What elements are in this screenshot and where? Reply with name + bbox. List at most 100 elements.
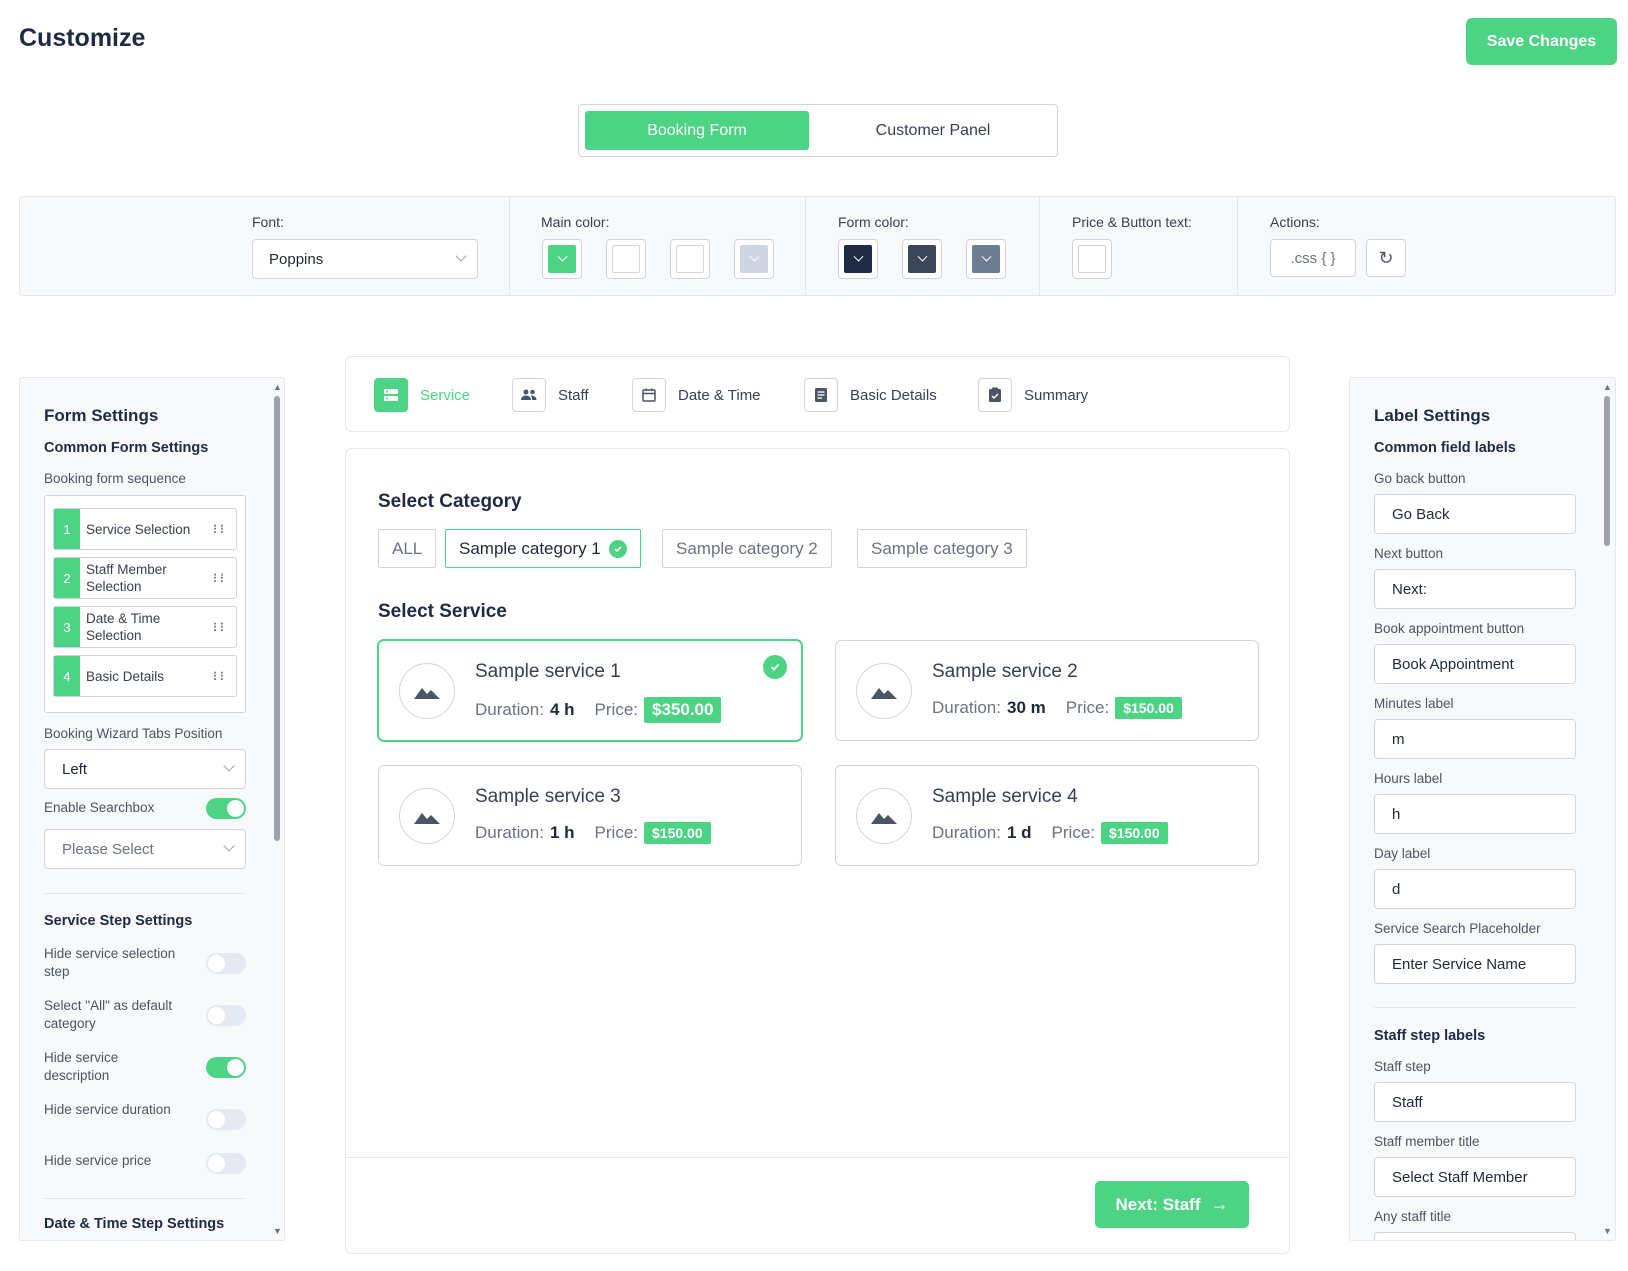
tab-booking-form[interactable]: Booking Form: [585, 111, 809, 150]
searchbox-select[interactable]: Please Select: [44, 829, 246, 869]
staff-member-title-input[interactable]: Select Staff Member: [1374, 1157, 1576, 1197]
drag-handle-icon[interactable]: ⠇⠇: [212, 621, 228, 635]
next-button-input[interactable]: Next:: [1374, 569, 1576, 609]
hide-price-label: Hide service price: [44, 1153, 152, 1168]
sequence-item[interactable]: 4 Basic Details ⠇⠇: [53, 655, 237, 697]
select-all-default-toggle[interactable]: [206, 1005, 246, 1026]
main-color-swatch-1[interactable]: [542, 239, 582, 279]
booking-form-preview: Select Category ALL Sample category 1 Sa…: [345, 448, 1290, 1254]
wizard-tab-label: Summary: [1024, 386, 1089, 404]
sequence-number: 3: [54, 607, 80, 647]
hide-description-toggle[interactable]: [206, 1057, 246, 1078]
font-label: Font:: [252, 214, 284, 230]
sequence-item[interactable]: 3 Date & Time Selection ⠇⠇: [53, 606, 237, 648]
main-color-swatch-2[interactable]: [606, 239, 646, 279]
hours-input[interactable]: h: [1374, 794, 1576, 834]
scroll-up-icon[interactable]: ▲: [273, 382, 282, 392]
duration-label: Duration:: [932, 698, 1001, 717]
category-chip-1[interactable]: Sample category 1: [445, 529, 641, 568]
wizard-tab-service[interactable]: Service: [374, 377, 470, 413]
reset-icon[interactable]: ↻: [1366, 239, 1406, 277]
sequence-item[interactable]: 1 Service Selection ⠇⠇: [53, 508, 237, 550]
form-color-swatch-1[interactable]: [838, 239, 878, 279]
any-staff-title-input[interactable]: [1374, 1232, 1576, 1240]
form-color-section: Form color:: [806, 197, 1040, 295]
page-title: Customize: [19, 24, 146, 52]
go-back-input[interactable]: Go Back: [1374, 494, 1576, 534]
wizard-tab-date-time[interactable]: Date & Time: [632, 377, 761, 413]
drag-handle-icon[interactable]: ⠇⠇: [212, 572, 228, 586]
form-color-label: Form color:: [838, 214, 909, 230]
hide-duration-toggle[interactable]: [206, 1109, 246, 1130]
hide-service-step-toggle[interactable]: [206, 953, 246, 974]
next-staff-button[interactable]: Next: Staff →: [1095, 1181, 1249, 1228]
duration-value: 1 d: [1006, 823, 1032, 842]
style-toolbar: Font: Poppins Main color: Form color: Pr…: [19, 196, 1616, 296]
label-settings-panel: Label Settings Common field labels Go ba…: [1349, 377, 1616, 1241]
price-color-swatch[interactable]: [1072, 239, 1112, 279]
wizard-tab-label: Date & Time: [678, 386, 761, 404]
service-meta: Duration: 30 m Price: $150.00: [932, 697, 1182, 719]
staff-step-input[interactable]: Staff: [1374, 1082, 1576, 1122]
service-card[interactable]: Sample service 1 Duration: 4 h Price: $350…: [378, 640, 802, 741]
minutes-input[interactable]: m: [1374, 719, 1576, 759]
service-search-placeholder-input[interactable]: Enter Service Name: [1374, 944, 1576, 984]
drag-handle-icon[interactable]: ⠇⠇: [212, 523, 228, 537]
category-chip-all[interactable]: ALL: [378, 529, 437, 568]
divider: [44, 1198, 246, 1199]
hide-price-toggle[interactable]: [206, 1153, 246, 1174]
form-color-swatch-2[interactable]: [902, 239, 942, 279]
sequence-label-text: Staff Member Selection: [86, 562, 167, 594]
staff-step-label: Staff step: [1374, 1059, 1431, 1074]
scrollbar-thumb[interactable]: [274, 396, 280, 841]
price-label: Price:: [1065, 698, 1110, 717]
scroll-down-icon[interactable]: ▼: [1603, 1226, 1612, 1236]
hours-label: Hours label: [1374, 771, 1443, 786]
day-input[interactable]: d: [1374, 869, 1576, 909]
drag-handle-icon[interactable]: ⠇⠇: [212, 670, 228, 684]
main-color-swatch-4[interactable]: [734, 239, 774, 279]
sequence-label-text: Basic Details: [86, 668, 165, 684]
price-value: $150.00: [644, 822, 711, 844]
font-select[interactable]: Poppins: [252, 239, 478, 279]
image-placeholder-icon: [856, 788, 912, 844]
main-color-swatch-3[interactable]: [670, 239, 710, 279]
tab-customer-panel[interactable]: Customer Panel: [815, 111, 1051, 150]
tabs-position-select[interactable]: Left: [44, 749, 246, 789]
category-chip-3[interactable]: Sample category 3: [857, 529, 1027, 568]
save-changes-button[interactable]: Save Changes: [1466, 18, 1617, 65]
searchbox-toggle[interactable]: [206, 798, 246, 819]
sequence-number: 4: [54, 656, 80, 696]
category-chip-2[interactable]: Sample category 2: [662, 529, 832, 568]
wizard-tab-basic-details[interactable]: Basic Details: [804, 377, 937, 413]
category-label: ALL: [392, 538, 423, 558]
wizard-tab-summary[interactable]: Summary: [978, 377, 1088, 413]
form-color-swatch-3[interactable]: [966, 239, 1006, 279]
scrollbar-thumb[interactable]: [1604, 396, 1610, 546]
next-button-label: Next: Staff: [1115, 1194, 1201, 1214]
duration-label: Duration:: [475, 700, 544, 719]
service-card[interactable]: Sample service 3 Duration: 1 h Price: $150…: [378, 765, 802, 866]
color-fill: [676, 245, 704, 273]
scroll-down-icon[interactable]: ▼: [273, 1226, 282, 1236]
check-icon: [763, 655, 787, 679]
scroll-up-icon[interactable]: ▲: [1603, 382, 1612, 392]
toggle-knob: [208, 1155, 225, 1172]
image-placeholder-icon: [856, 663, 912, 719]
go-back-label: Go back button: [1374, 471, 1466, 486]
custom-css-button[interactable]: .css { }: [1270, 239, 1356, 277]
datetime-step-settings-title: Date & Time Step Settings: [44, 1216, 225, 1232]
service-card[interactable]: Sample service 4 Duration: 1 d Price: $150…: [835, 765, 1259, 866]
service-search-placeholder-label: Service Search Placeholder: [1374, 921, 1541, 936]
divider: [1374, 1007, 1576, 1008]
book-appointment-input[interactable]: Book Appointment: [1374, 644, 1576, 684]
service-card[interactable]: Sample service 2 Duration: 30 m Price: $15…: [835, 640, 1259, 741]
category-label: Sample category 1: [459, 538, 601, 558]
any-staff-title-label: Any staff title: [1374, 1209, 1452, 1224]
price-color-section: Price & Button text:: [1040, 197, 1238, 295]
sequence-item[interactable]: 2 Staff Member Selection ⠇⠇: [53, 557, 237, 599]
wizard-tab-staff[interactable]: Staff: [512, 377, 589, 413]
wizard-tab-label: Service: [420, 386, 471, 404]
next-button-label: Next button: [1374, 546, 1444, 561]
price-label: Price:: [594, 700, 639, 719]
